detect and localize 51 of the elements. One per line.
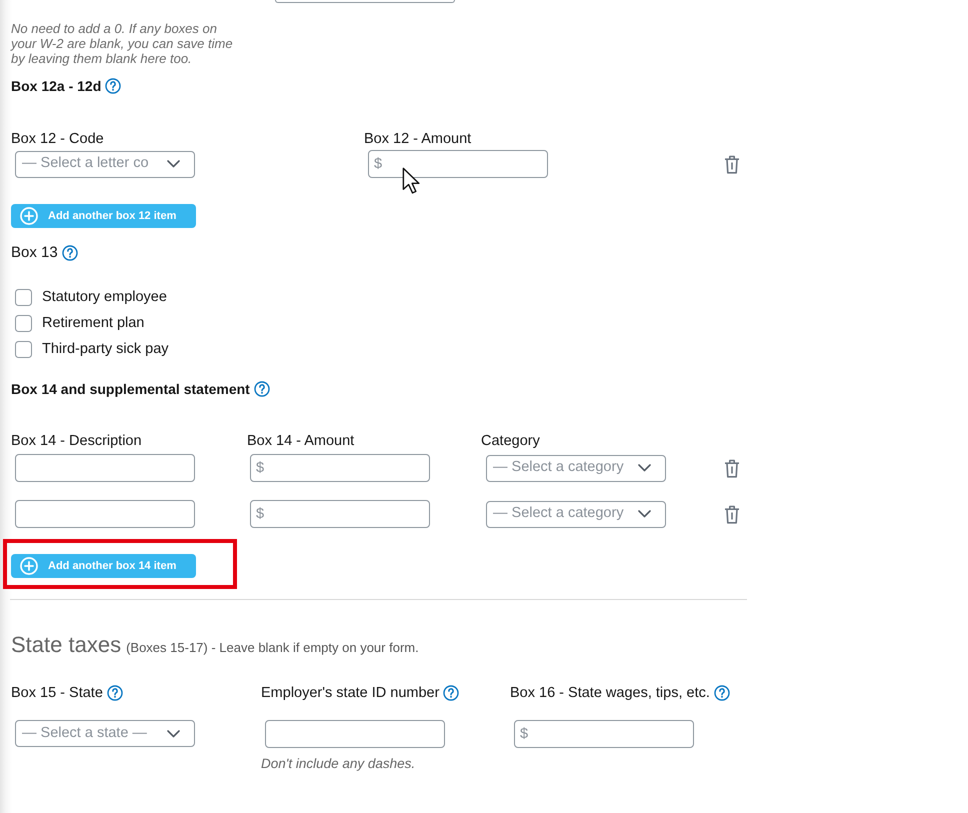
help-icon[interactable] <box>62 245 78 261</box>
select-field[interactable]: — Select a letter co <box>15 150 195 178</box>
field-label: Box 14 - Amount <box>247 432 356 451</box>
add-item-button[interactable]: Add another box 12 item <box>11 204 196 228</box>
input-field[interactable]: $ <box>250 454 430 482</box>
checkbox-label: Third-party sick pay <box>42 340 169 359</box>
field-label: Employer's state ID number <box>261 684 440 703</box>
help-icon[interactable] <box>714 685 730 701</box>
checkbox-label: Retirement plan <box>42 314 144 333</box>
checkbox[interactable] <box>15 288 32 306</box>
trash-icon[interactable] <box>724 458 740 478</box>
trash-icon[interactable] <box>724 154 740 174</box>
section-heading: Box 14 and supplemental statement <box>11 380 250 399</box>
field-label: Box 15 - State <box>11 684 103 703</box>
checkbox-label: Statutory employee <box>42 288 167 307</box>
input-field[interactable] <box>15 454 195 482</box>
help-icon[interactable] <box>443 685 460 701</box>
trash-icon[interactable] <box>724 504 740 524</box>
field-label: Box 14 - Description <box>11 432 143 451</box>
checkbox[interactable] <box>15 340 32 358</box>
section-heading: Box 12a - 12d <box>11 77 102 96</box>
chevron-down-icon <box>167 160 180 168</box>
help-icon[interactable] <box>254 381 270 397</box>
chevron-down-icon <box>638 464 651 472</box>
hint-text: No need to add a 0. If any boxes on your W-2 are blank, you can save time by leaving them blank here too. <box>11 21 234 66</box>
field-label: Category <box>481 432 541 451</box>
input-field[interactable] <box>15 500 195 528</box>
checkbox[interactable] <box>15 314 32 332</box>
input-field[interactable] <box>265 720 445 748</box>
field-label: Box 12 - Amount <box>364 130 472 149</box>
select-field[interactable]: — Select a state — <box>15 720 195 747</box>
section-title: State taxes <box>11 631 122 659</box>
plus-circle-icon <box>20 557 38 575</box>
section-subtitle: (Boxes 15-17) - Leave blank if empty on your form. <box>126 639 419 657</box>
chevron-down-icon <box>167 730 180 738</box>
help-icon[interactable] <box>106 685 123 701</box>
input-field[interactable]: $ <box>368 150 548 178</box>
field-label: Box 16 - State wages, tips, etc. <box>510 684 710 703</box>
select-field[interactable]: — Select a category <box>486 500 666 528</box>
hint-text: Don't include any dashes. <box>261 756 416 772</box>
mouse-cursor-icon <box>402 167 420 194</box>
input-field[interactable] <box>275 0 455 3</box>
select-field[interactable]: — Select a category <box>486 454 666 482</box>
section-heading: Box 13 <box>11 243 58 263</box>
plus-circle-icon <box>20 207 38 225</box>
input-field[interactable]: $ <box>514 720 694 748</box>
help-icon[interactable] <box>105 78 122 94</box>
add-item-button[interactable]: Add another box 14 item <box>11 554 196 578</box>
chevron-down-icon <box>638 510 651 518</box>
field-label: Box 12 - Code <box>11 130 105 149</box>
input-field[interactable]: $ <box>250 500 430 528</box>
